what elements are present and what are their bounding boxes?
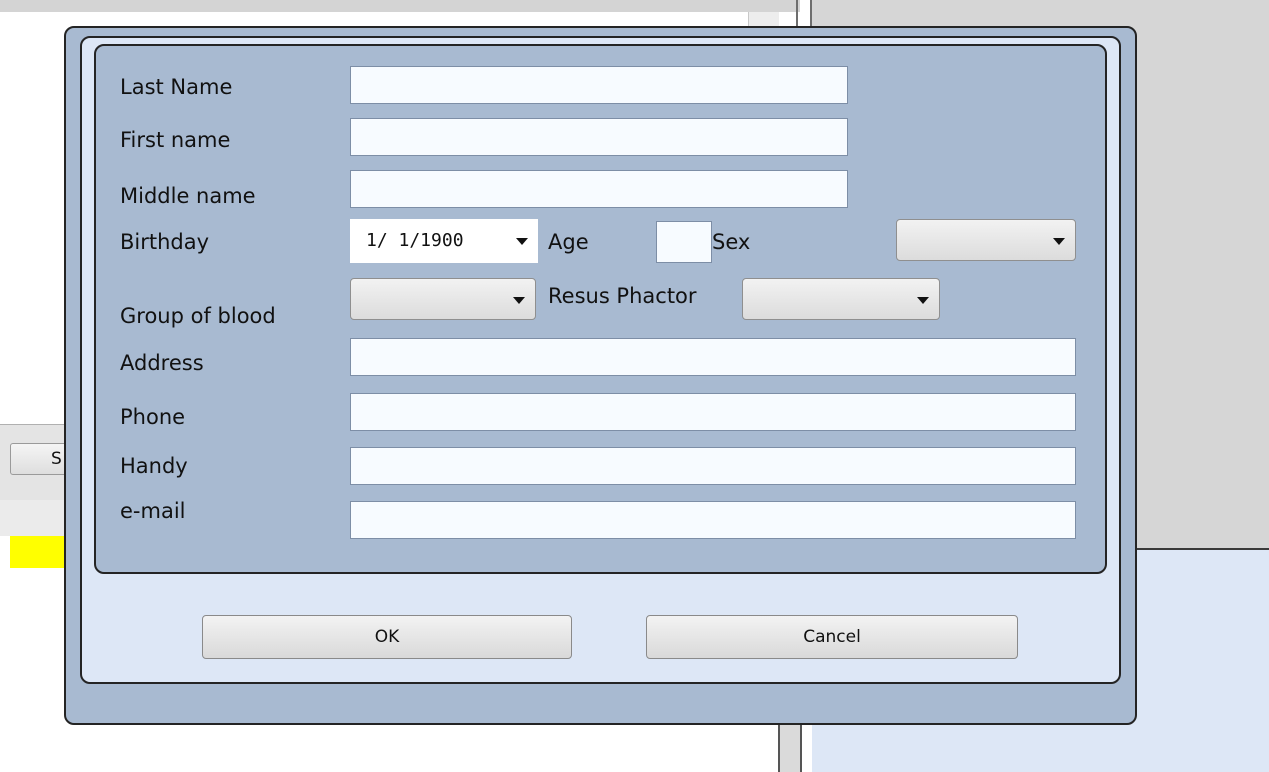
- email-label: e-mail: [120, 499, 186, 523]
- phone-input[interactable]: [350, 393, 1076, 431]
- phone-label: Phone: [120, 405, 186, 429]
- chevron-down-icon: [1053, 238, 1065, 245]
- handy-label: Handy: [120, 454, 188, 478]
- background-bottom-area: [0, 720, 778, 772]
- middle-name-label: Middle name: [120, 184, 256, 208]
- background-top-strip: [0, 0, 800, 12]
- sex-label: Sex: [712, 230, 751, 254]
- rh-factor-label: Resus Phactor: [548, 284, 697, 308]
- last-name-input[interactable]: [350, 66, 848, 104]
- birthday-value: 1/ 1/1900: [366, 230, 464, 251]
- age-input[interactable]: [656, 221, 712, 263]
- chevron-down-icon[interactable]: [516, 238, 528, 245]
- blood-group-dropdown[interactable]: [350, 278, 536, 320]
- first-name-label: First name: [120, 128, 231, 152]
- cancel-button[interactable]: Cancel: [646, 615, 1018, 659]
- chevron-down-icon: [917, 297, 929, 304]
- email-input[interactable]: [350, 501, 1076, 539]
- middle-name-input[interactable]: [350, 170, 848, 208]
- handy-input[interactable]: [350, 447, 1076, 485]
- sex-dropdown[interactable]: [896, 219, 1076, 261]
- patient-dialog: Last Name First name Middle name Birthda…: [64, 26, 1137, 725]
- last-name-label: Last Name: [120, 75, 233, 99]
- address-label: Address: [120, 351, 204, 375]
- patient-details-group: Last Name First name Middle name Birthda…: [94, 44, 1107, 574]
- dialog-body: Last Name First name Middle name Birthda…: [80, 36, 1121, 684]
- first-name-input[interactable]: [350, 118, 848, 156]
- birthday-label: Birthday: [120, 230, 210, 254]
- blood-group-label: Group of blood: [120, 304, 276, 328]
- chevron-down-icon: [513, 297, 525, 304]
- background-bottom-splitter[interactable]: [778, 720, 802, 772]
- ok-button[interactable]: OK: [202, 615, 572, 659]
- birthday-date-picker[interactable]: 1/ 1/1900: [350, 219, 538, 263]
- age-label: Age: [548, 230, 589, 254]
- address-input[interactable]: [350, 338, 1076, 376]
- rh-factor-dropdown[interactable]: [742, 278, 940, 320]
